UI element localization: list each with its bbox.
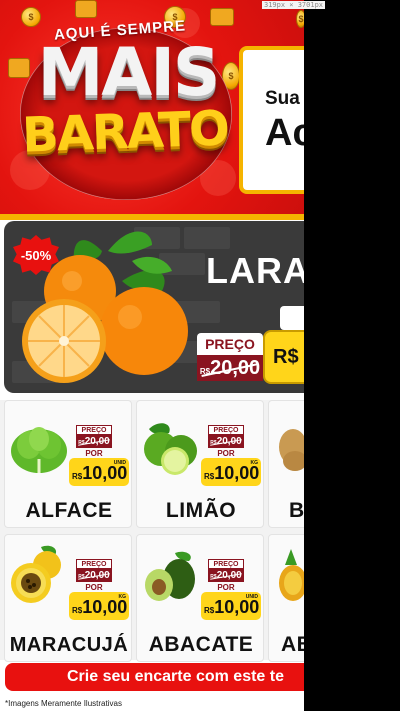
new-price: R$10,00 KG [69,592,129,620]
price-label: PREÇO [76,425,112,435]
product-name: LIMÃO [165,499,237,522]
price-tag: PREÇO R$20,00 POR R$10,00UNID [69,425,131,491]
product-name: MARACUJÁ [9,634,129,656]
featured-old-price-tag: PREÇO R$20,00 [197,333,263,383]
featured-product-name: LARA [206,250,310,291]
product-name: ALFACE [25,499,113,522]
price-tag: PREÇO R$20,00 POR R$10,00UNID [201,559,263,625]
disclaimer-text: *Imagens Meramente Ilustrativas [5,699,122,708]
product-tile-limao: PREÇO R$20,00 POR R$10,00KG LIMÃO [136,400,264,528]
calculator-icon [75,0,97,18]
por-label: POR [85,583,103,592]
price-label: PREÇO [208,559,244,569]
por-label: POR [217,449,235,458]
product-tile-alface: PREÇO R$20,00 POR R$10,00UNID ALFACE [4,400,132,528]
price-label: PREÇO [208,425,244,435]
coin-icon: $ [21,7,41,27]
passion-fruit-icon [11,545,61,603]
size-tag: 319px × 3701px [262,1,326,9]
header-barato-title: BARATO [21,100,229,164]
calculator-icon [8,58,30,78]
calculator-icon [210,8,234,26]
price-tag: PREÇO R$20,00 POR R$10,00KG [69,559,131,625]
price-tag: PREÇO R$20,00 POR R$10,00KG [201,425,263,491]
header-mais-title: MAIS [37,34,221,111]
new-price: R$10,00 UNID [201,592,261,620]
price-label: PREÇO [197,333,263,355]
new-price: R$10,00 UNID [69,458,129,486]
cta-banner[interactable]: Crie seu encarte com este te [5,663,325,691]
por-label: POR [85,449,103,458]
product-tile-maracuja: PREÇO R$20,00 POR R$10,00KG MARACUJÁ [4,534,132,662]
dark-side-overlay [304,0,400,711]
product-name: ABACATE [148,633,254,656]
flyer-canvas: $ $ $ $ $ AQUI É SEMPRE MAIS BARATO Sua … [0,0,400,711]
lime-icon [144,423,197,475]
price-label: PREÇO [76,559,112,569]
avocado-icon [145,551,195,601]
por-label: POR [217,583,235,592]
new-price: R$10,00 KG [201,458,261,486]
lettuce-icon [11,427,67,473]
product-tile-abacate: PREÇO R$20,00 POR R$10,00UNID ABACATE [136,534,264,662]
